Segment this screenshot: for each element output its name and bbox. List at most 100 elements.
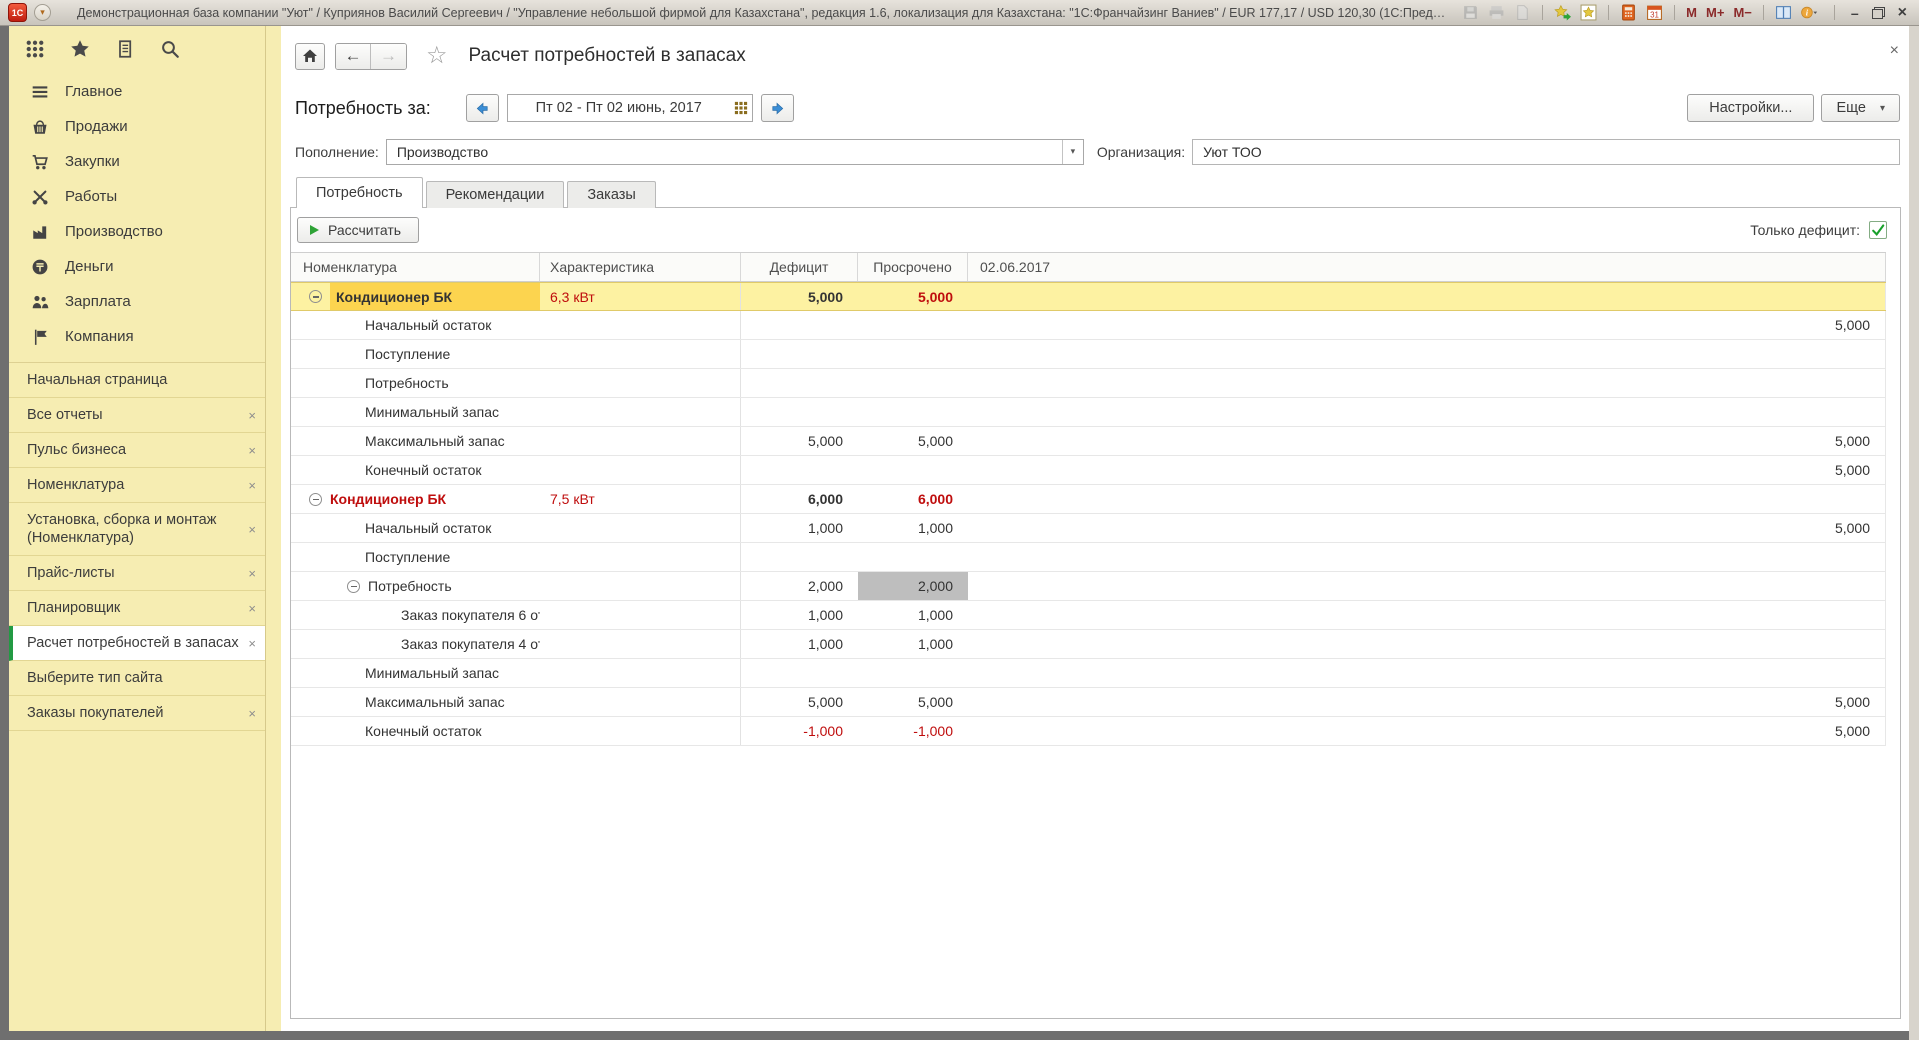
cell-overdue[interactable]: 1,000 — [858, 514, 968, 542]
close-icon[interactable]: × — [248, 521, 256, 539]
collapse-icon[interactable] — [309, 493, 322, 506]
organization-field[interactable]: Уют ТОО — [1192, 139, 1900, 165]
cell-nomenclature[interactable]: Начальный остаток — [291, 514, 540, 542]
cell-characteristic[interactable] — [540, 369, 741, 397]
cell-date[interactable]: 5,000 — [968, 427, 1886, 455]
sidebar-item-works[interactable]: Работы — [9, 179, 265, 214]
cell-overdue[interactable]: 5,000 — [858, 427, 968, 455]
cell-nomenclature[interactable]: Максимальный запас — [291, 688, 540, 716]
cell-date[interactable]: 5,000 — [968, 311, 1886, 339]
cell-nomenclature[interactable]: Потребность — [291, 572, 540, 600]
cell-overdue[interactable] — [858, 340, 968, 368]
cell-overdue[interactable]: -1,000 — [858, 717, 968, 745]
sidebar-window-tab[interactable]: Все отчеты× — [9, 398, 265, 433]
save-icon[interactable] — [1461, 4, 1480, 22]
sidebar-item-company[interactable]: Компания — [9, 319, 265, 354]
close-button[interactable]: × — [1898, 6, 1907, 20]
cell-date[interactable]: 5,000 — [968, 717, 1886, 745]
new-document-icon[interactable] — [1513, 4, 1532, 22]
replenishment-combo[interactable]: Производство ▾ — [386, 139, 1084, 165]
cell-overdue[interactable] — [858, 311, 968, 339]
back-button[interactable]: ← — [336, 44, 371, 69]
cell-overdue[interactable] — [858, 369, 968, 397]
close-icon[interactable]: × — [248, 407, 256, 425]
cell-deficit[interactable]: 6,000 — [741, 485, 858, 513]
table-row[interactable]: Потребность — [291, 369, 1886, 398]
sidebar-window-tab[interactable]: Начальная страница — [9, 363, 265, 398]
sidebar-window-tab[interactable]: Расчет потребностей в запасах× — [9, 626, 265, 661]
calendar-picker-icon[interactable] — [730, 101, 752, 115]
search-icon[interactable] — [160, 39, 180, 59]
cell-date[interactable] — [968, 630, 1886, 658]
sidebar-window-tab[interactable]: Номенклатура× — [9, 468, 265, 503]
cell-deficit[interactable]: 1,000 — [741, 630, 858, 658]
cell-characteristic[interactable] — [540, 311, 741, 339]
cell-deficit[interactable]: 5,000 — [741, 427, 858, 455]
cell-date[interactable] — [968, 485, 1886, 513]
table-row[interactable]: Потребность2,0002,000 — [291, 572, 1886, 601]
cell-deficit[interactable] — [741, 659, 858, 687]
restore-button[interactable] — [1872, 7, 1885, 19]
cell-date[interactable] — [968, 543, 1886, 571]
cell-date[interactable] — [968, 572, 1886, 600]
cell-overdue[interactable]: 6,000 — [858, 485, 968, 513]
cell-nomenclature[interactable]: Минимальный запас — [291, 398, 540, 426]
cell-date[interactable]: 5,000 — [968, 688, 1886, 716]
table-row[interactable]: Максимальный запас5,0005,0005,000 — [291, 688, 1886, 717]
sidebar-item-money[interactable]: Деньги — [9, 249, 265, 284]
cell-deficit[interactable]: 1,000 — [741, 601, 858, 629]
history-icon[interactable] — [115, 39, 135, 59]
cell-date[interactable] — [968, 398, 1886, 426]
print-icon[interactable] — [1487, 4, 1506, 22]
only-deficit-checkbox[interactable] — [1869, 221, 1887, 239]
cell-nomenclature[interactable]: Заказ покупателя 6 от 1... — [291, 601, 540, 629]
cell-nomenclature[interactable]: Кондиционер БК — [291, 485, 540, 513]
favorites-icon[interactable] — [1579, 4, 1598, 22]
collapse-icon[interactable] — [347, 580, 360, 593]
close-icon[interactable]: × — [248, 442, 256, 460]
more-button[interactable]: Еще ▾ — [1821, 94, 1900, 122]
cell-date[interactable] — [968, 369, 1886, 397]
cell-characteristic[interactable] — [540, 398, 741, 426]
cell-characteristic[interactable] — [540, 601, 741, 629]
sidebar-item-sales[interactable]: Продажи — [9, 109, 265, 144]
tab-Заказы[interactable]: Заказы — [567, 181, 655, 208]
cell-date[interactable] — [968, 340, 1886, 368]
cell-overdue[interactable] — [858, 398, 968, 426]
favorites-star-icon[interactable] — [70, 39, 90, 59]
sidebar-window-tab[interactable]: Заказы покупателей× — [9, 696, 265, 731]
info-icon[interactable]: i — [1800, 4, 1819, 22]
cell-deficit[interactable] — [741, 456, 858, 484]
cell-overdue[interactable]: 5,000 — [858, 688, 968, 716]
table-row[interactable]: Кондиционер БК6,3 кВт5,0005,000 — [291, 282, 1886, 311]
table-row[interactable]: Заказ покупателя 4 от 0...1,0001,000 — [291, 630, 1886, 659]
close-icon[interactable]: × — [248, 600, 256, 618]
cell-deficit[interactable]: 5,000 — [741, 688, 858, 716]
calendar-icon[interactable]: 31 — [1645, 4, 1664, 22]
cell-overdue[interactable]: 1,000 — [858, 630, 968, 658]
memory-button[interactable]: M — [1685, 4, 1698, 22]
cell-deficit[interactable] — [741, 398, 858, 426]
cell-characteristic[interactable] — [540, 456, 741, 484]
home-button[interactable] — [295, 43, 325, 70]
cell-deficit[interactable]: -1,000 — [741, 717, 858, 745]
table-row[interactable]: Минимальный запас — [291, 659, 1886, 688]
memory-minus-button[interactable]: M− — [1732, 4, 1752, 22]
table-row[interactable]: Минимальный запас — [291, 398, 1886, 427]
tab-Рекомендации[interactable]: Рекомендации — [426, 181, 565, 208]
sidebar-window-tab[interactable]: Пульс бизнеса× — [9, 433, 265, 468]
cell-overdue[interactable] — [858, 543, 968, 571]
cell-characteristic[interactable] — [540, 427, 741, 455]
cell-characteristic[interactable]: 7,5 кВт — [540, 485, 741, 513]
table-row[interactable]: Начальный остаток5,000 — [291, 311, 1886, 340]
cell-overdue[interactable] — [858, 659, 968, 687]
period-date-field[interactable]: Пт 02 - Пт 02 июнь, 2017 — [507, 94, 753, 122]
tab-Потребность[interactable]: Потребность — [296, 177, 423, 208]
table-row[interactable]: Конечный остаток5,000 — [291, 456, 1886, 485]
sidebar-item-purchases[interactable]: Закупки — [9, 144, 265, 179]
table-row[interactable]: Начальный остаток1,0001,0005,000 — [291, 514, 1886, 543]
chevron-down-icon[interactable]: ▾ — [1062, 140, 1083, 164]
cell-nomenclature[interactable]: Конечный остаток — [291, 456, 540, 484]
sidebar-window-tab[interactable]: Прайс-листы× — [9, 556, 265, 591]
cell-date[interactable] — [968, 283, 1886, 310]
